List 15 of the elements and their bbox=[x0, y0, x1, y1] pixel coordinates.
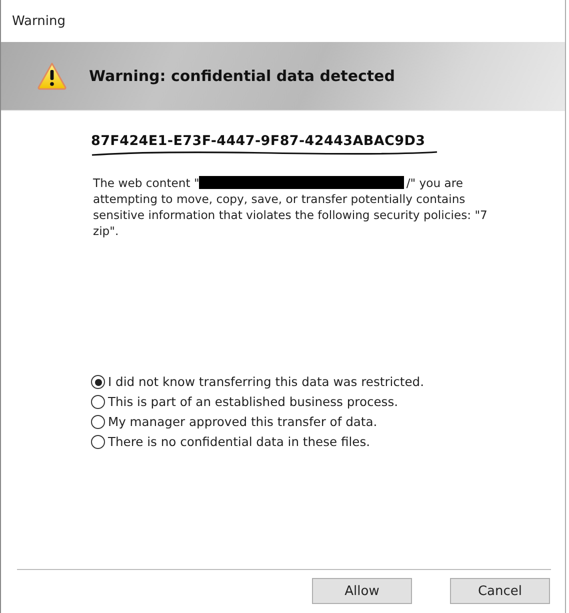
reason-label[interactable]: This is part of an established business process. bbox=[108, 395, 398, 409]
identifier-text: 87F424E1-E73F-4447-9F87-42443ABAC9D3 bbox=[91, 133, 426, 149]
radio-button[interactable] bbox=[91, 415, 105, 429]
reason-label[interactable]: I did not know transferring this data was restricted. bbox=[108, 375, 424, 389]
window-title: Warning bbox=[12, 14, 66, 28]
message-text: The web content " /" you are attempting to move, copy, save, or transfer potentially contains sensitive information that violates the following security policies: "7 zip". bbox=[93, 175, 488, 239]
header-title: Warning: confidential data detected bbox=[89, 67, 395, 85]
warning-icon bbox=[37, 62, 67, 90]
allow-button[interactable]: Allow bbox=[312, 578, 412, 604]
reason-label[interactable]: There is no confidential data in these files. bbox=[108, 435, 370, 449]
reason-label[interactable]: My manager approved this transfer of data. bbox=[108, 415, 378, 429]
radio-button[interactable] bbox=[91, 435, 105, 449]
radio-button[interactable] bbox=[91, 375, 105, 389]
radio-button[interactable] bbox=[91, 395, 105, 409]
cancel-button[interactable]: Cancel bbox=[450, 578, 550, 604]
